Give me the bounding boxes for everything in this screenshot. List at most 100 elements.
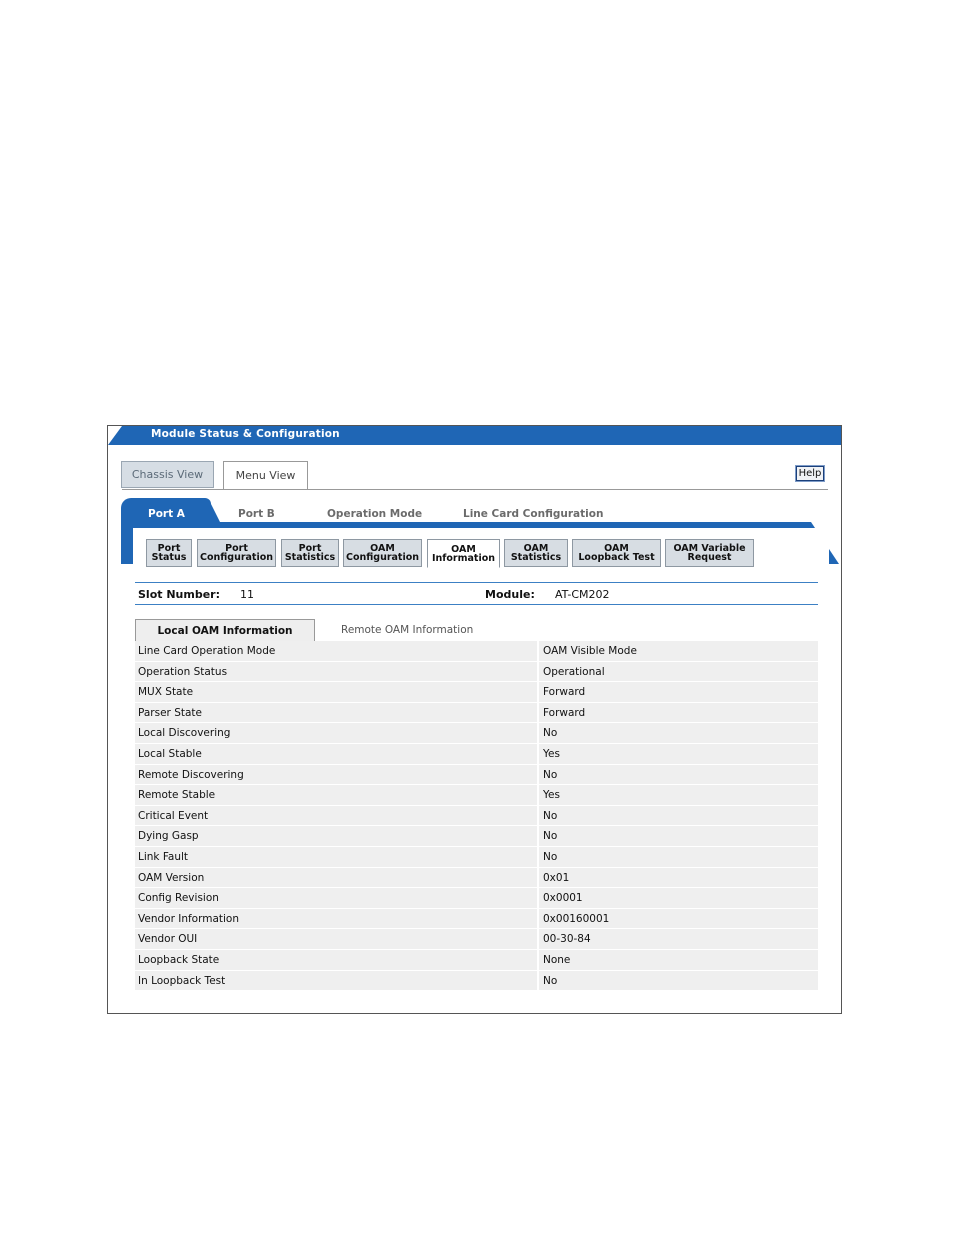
subtab-label-line2: Statistics [510, 552, 562, 563]
module-value: AT-CM202 [555, 588, 610, 601]
info-top-divider [135, 582, 818, 583]
row-separator [537, 641, 539, 661]
table-row: Remote Stable Yes [135, 785, 818, 806]
row-value: Yes [543, 747, 560, 760]
row-value: 0x0001 [543, 892, 583, 905]
row-key: MUX State [138, 686, 194, 699]
subtab-label-line2: Statistics [284, 552, 336, 563]
row-separator [537, 826, 539, 846]
row-separator [537, 805, 539, 826]
row-value: No [543, 850, 558, 863]
subtab-label-line2: Request [687, 552, 732, 563]
tab-menu-view[interactable]: Menu View [223, 461, 308, 490]
title-bar-notch [108, 426, 122, 445]
info-bottom-divider [135, 604, 818, 605]
row-key: Loopback State [138, 953, 220, 966]
row-key: Vendor Information [138, 912, 240, 925]
table-row: Vendor Information 0x00160001 [135, 908, 818, 930]
table-row: Local Stable Yes [135, 743, 818, 765]
subtab-oam-configuration[interactable]: OAM Configuration [343, 539, 422, 567]
row-value: None [543, 953, 571, 966]
subtab-port-status[interactable]: Port Status [146, 539, 192, 567]
subtab-oam-information[interactable]: OAM Information [427, 539, 500, 568]
tab-port-b[interactable]: Port B [238, 508, 275, 520]
table-row: Dying Gasp No [135, 826, 818, 847]
table-row: Operation Status Operational [135, 661, 818, 683]
row-value: No [543, 974, 558, 987]
table-row: Remote Discovering No [135, 764, 818, 786]
subtab-label-line2: Status [151, 552, 187, 563]
subtab-port-configuration[interactable]: Port Configuration [197, 539, 276, 567]
subtab-oam-statistics[interactable]: OAM Statistics [504, 539, 568, 567]
title-bar: Module Status & Configuration [108, 426, 841, 445]
tab-operation-mode[interactable]: Operation Mode [327, 508, 422, 520]
row-value: 00-30-84 [543, 933, 591, 946]
row-key: Vendor OUI [138, 933, 198, 946]
tab-remote-oam-information[interactable]: Remote OAM Information [341, 619, 473, 641]
row-key: Parser State [138, 706, 202, 719]
row-separator [537, 929, 539, 949]
subtab-port-statistics[interactable]: Port Statistics [281, 539, 339, 567]
row-key: Line Card Operation Mode [138, 645, 276, 657]
row-separator [537, 743, 539, 764]
help-button[interactable]: Help [795, 465, 825, 482]
row-value: No [543, 768, 558, 781]
table-row: OAM Version 0x01 [135, 867, 818, 889]
table-row: Parser State Forward [135, 702, 818, 724]
table-row: Line Card Operation Mode OAM Visible Mode [135, 641, 818, 662]
row-separator [537, 764, 539, 785]
row-value: Operational [543, 665, 605, 678]
row-key: Critical Event [138, 809, 209, 822]
row-separator [537, 867, 539, 888]
row-key: Remote Discovering [138, 768, 244, 781]
row-separator [537, 908, 539, 929]
table-row: Critical Event No [135, 805, 818, 827]
row-separator [537, 785, 539, 805]
row-value: Forward [543, 706, 586, 719]
row-separator [537, 970, 539, 991]
subtab-label-line2: Information [431, 552, 496, 564]
tab-line-card-configuration[interactable]: Line Card Configuration [463, 508, 603, 520]
table-row: In Loopback Test No [135, 970, 818, 992]
table-row: MUX State Forward [135, 682, 818, 703]
row-value: No [543, 830, 558, 843]
row-value: No [543, 727, 558, 740]
row-separator [537, 888, 539, 908]
tab-port-a-slant [211, 504, 223, 528]
row-key: Local Stable [138, 747, 202, 760]
tab-port-a[interactable]: Port A [148, 508, 185, 520]
oam-info-table: Line Card Operation Mode OAM Visible Mode… [135, 641, 818, 992]
subtab-label-line2: Loopback Test [578, 552, 655, 563]
row-value: Forward [543, 686, 586, 699]
row-key: Config Revision [138, 892, 219, 905]
module-label: Module: [485, 588, 535, 601]
row-key: Link Fault [138, 850, 189, 863]
tab-local-oam-information[interactable]: Local OAM Information [135, 619, 315, 641]
row-separator [537, 846, 539, 867]
row-separator [537, 661, 539, 682]
row-key: Dying Gasp [138, 830, 199, 843]
row-separator [537, 702, 539, 723]
table-row: Config Revision 0x0001 [135, 888, 818, 909]
table-row: Local Discovering No [135, 723, 818, 744]
slot-number-value: 11 [240, 588, 254, 601]
slot-number-label: Slot Number: [138, 588, 220, 601]
subtab-oam-loopback-test[interactable]: OAM Loopback Test [572, 539, 661, 567]
tab-chassis-view[interactable]: Chassis View [121, 461, 214, 488]
row-separator [537, 949, 539, 970]
row-key: Operation Status [138, 665, 228, 678]
table-row: Loopback State None [135, 949, 818, 971]
window-title: Module Status & Configuration [151, 428, 340, 440]
row-key: In Loopback Test [138, 974, 226, 987]
row-key: OAM Version [138, 871, 205, 884]
row-key: Remote Stable [138, 789, 216, 802]
row-separator [537, 723, 539, 743]
table-row: Vendor OUI 00-30-84 [135, 929, 818, 950]
subtab-oam-variable-request[interactable]: OAM Variable Request [665, 539, 754, 567]
row-value: OAM Visible Mode [543, 645, 637, 657]
row-value: 0x00160001 [543, 912, 610, 925]
module-window: Module Status & Configuration Chassis Vi… [107, 425, 842, 1014]
row-value: Yes [543, 789, 560, 802]
row-value: 0x01 [543, 871, 570, 884]
row-separator [537, 682, 539, 702]
